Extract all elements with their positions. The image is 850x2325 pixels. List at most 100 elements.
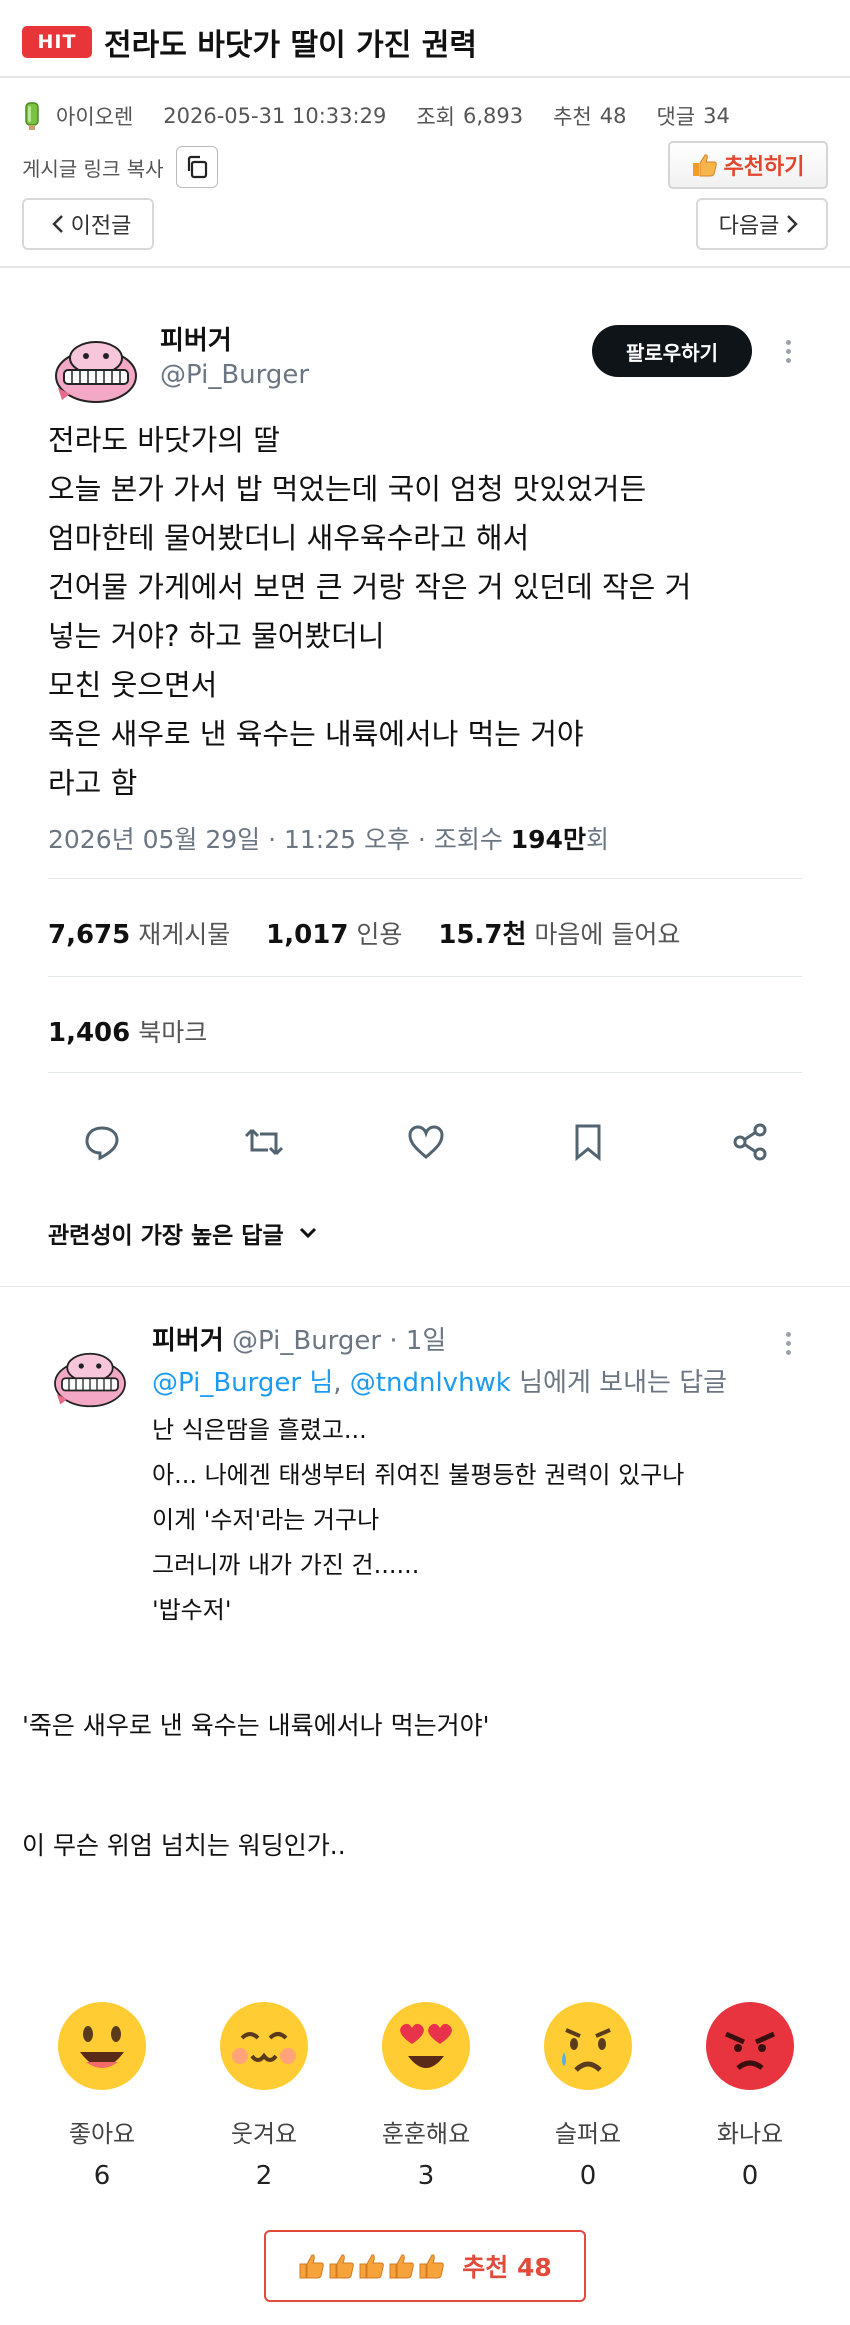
reaction-angry[interactable]: 화나요 0: [690, 2000, 810, 2191]
reaction-funny[interactable]: 웃겨요 2: [204, 2000, 324, 2191]
share-icon[interactable]: [726, 1118, 774, 1166]
like-count: 15.7천: [438, 920, 527, 950]
content-divider: [0, 266, 850, 268]
recommend-label: 추천하기: [723, 155, 805, 180]
tweet-author-handle[interactable]: @Pi_Burger: [160, 360, 309, 390]
mention-link[interactable]: @tndnlvhwk: [350, 1368, 511, 1398]
like-stat[interactable]: 15.7천 마음에 들어요: [438, 920, 681, 950]
tweet-timestamp: 2026년 05월 29일 · 11:25 오후 · 조회수 194만회: [48, 820, 609, 856]
reaction-label: 웃겨요: [230, 2120, 298, 2148]
retweet-label: 재게시물: [138, 920, 231, 949]
mention-separator: ,: [333, 1368, 350, 1398]
reply-sort-dropdown[interactable]: 관련성이 가장 높은 답글: [48, 1216, 318, 1250]
avatar[interactable]: [48, 1338, 132, 1422]
tweet-text: 전라도 바닷가의 딸 오늘 본가 가서 밥 먹었는데 국이 엄청 맛있었거든 엄…: [48, 416, 808, 808]
reply-line: 아... 나에겐 태생부터 쥐여진 불평등한 권력이 있구나: [152, 1461, 685, 1489]
tweet-line: 전라도 바닷가의 딸: [48, 423, 280, 457]
post-title: 전라도 바닷가 딸이 가진 권력: [104, 28, 477, 63]
bookmark-stat[interactable]: 1,406 북마크: [48, 1013, 207, 1049]
like-label: 마음에 들어요: [534, 920, 681, 949]
next-post-button[interactable]: 다음글: [696, 198, 828, 250]
reply-line: 그러니까 내가 가진 건......: [152, 1551, 420, 1579]
prev-post-button[interactable]: 이전글: [22, 198, 154, 250]
reply-to-suffix: 님에게 보내는 답글: [510, 1368, 728, 1398]
views-count: 6,893: [462, 104, 524, 128]
quote-label: 인용: [356, 920, 403, 949]
retweet-icon[interactable]: [240, 1118, 288, 1166]
tweet-view-count: 194만: [510, 825, 586, 854]
mention-link[interactable]: @Pi_Burger 님: [152, 1368, 333, 1398]
reaction-label: 훈훈해요: [381, 2120, 471, 2148]
tweet-divider: [48, 1072, 802, 1073]
thumbs-up-icon: [692, 154, 717, 177]
hit-badge: HIT: [22, 26, 92, 58]
avatar-illustration: [48, 1338, 132, 1422]
chevron-left-icon: [51, 215, 63, 233]
user-level-icon: [25, 102, 39, 130]
retweet-stat[interactable]: 7,675 재게시물: [48, 920, 231, 950]
reaction-label: 슬퍼요: [554, 2120, 622, 2148]
reply-header: 피버거 @Pi_Burger · 1일: [152, 1320, 446, 1357]
header-divider: [0, 76, 850, 78]
like-icon[interactable]: [402, 1118, 450, 1166]
reaction-count: 3: [417, 2161, 435, 2191]
reaction-count: 0: [741, 2161, 759, 2191]
avatar-illustration: [48, 324, 144, 420]
chevron-right-icon: [787, 215, 799, 233]
reaction-bar: 좋아요 6 웃겨요 2 훈훈해요 3 슬퍼요 0 화나요 0: [0, 2000, 850, 2200]
tweet-actions: [0, 1118, 850, 1168]
bookmark-icon[interactable]: [564, 1118, 612, 1166]
tweet-date-text: 2026년 05월 29일 · 11:25 오후 · 조회수: [48, 825, 511, 854]
heart-eyes-icon: [382, 2002, 470, 2090]
tweet-line: 라고 함: [48, 766, 138, 800]
tweet-view-suffix: 회: [585, 825, 609, 854]
quote-stat[interactable]: 1,017 인용: [266, 920, 403, 950]
tweet-divider: [48, 976, 802, 977]
bookmark-count: 1,406: [48, 1018, 131, 1048]
follow-button[interactable]: 팔로우하기: [592, 325, 752, 377]
post-meta: 아이오렌 2026-05-31 10:33:29 조회 6,893 추천 48 …: [22, 96, 730, 136]
likes-label: 추천: [553, 105, 592, 129]
grinning-face-icon: [220, 2002, 308, 2090]
reaction-count: 6: [93, 2161, 111, 2191]
reply-line: 이게 '수저'라는 거구나: [152, 1506, 380, 1534]
reply-author-handle[interactable]: @Pi_Burger · 1일: [232, 1326, 446, 1356]
recommend-button[interactable]: 추천하기: [668, 141, 828, 189]
more-options-icon[interactable]: [786, 1328, 794, 1359]
commentary-line: '죽은 새우로 낸 육수는 내륙에서나 먹는거야': [22, 1711, 490, 1740]
reply-recipients: @Pi_Burger 님, @tndnlvhwk 님에게 보내는 답글: [152, 1362, 727, 1399]
reaction-like[interactable]: 좋아요 6: [42, 2000, 162, 2191]
reaction-heartwarming[interactable]: 훈훈해요 3: [366, 2000, 486, 2191]
bottom-recommend-button[interactable]: 추천 48: [264, 2230, 586, 2302]
copy-icon: [187, 155, 207, 179]
more-options-icon[interactable]: [786, 336, 794, 367]
crying-face-icon: [544, 2002, 632, 2090]
tweet-divider: [0, 1286, 850, 1287]
views-label: 조회: [416, 105, 455, 129]
likes-count: 48: [599, 104, 627, 128]
author-name[interactable]: 아이오렌: [56, 101, 133, 131]
tweet-line: 건어물 가게에서 보면 큰 거랑 작은 거 있던데 작은 거: [48, 570, 692, 604]
reaction-label: 좋아요: [68, 2120, 136, 2148]
tweet-line: 넣는 거야? 하고 물어봤더니: [48, 619, 385, 653]
angry-face-icon: [706, 2002, 794, 2090]
reaction-label: 화나요: [716, 2120, 784, 2148]
tweet-divider: [48, 878, 802, 879]
bottom-recommend-label: 추천 48: [462, 2253, 552, 2282]
chevron-down-icon: [299, 1227, 316, 1239]
tweet-line: 엄마한테 물어봤더니 새우육수라고 해서: [48, 521, 530, 555]
title-row: HIT 전라도 바닷가 딸이 가진 권력: [22, 20, 477, 64]
thumbs-up-row-icon: [298, 2252, 448, 2280]
tweet-line: 모친 웃으면서: [48, 668, 218, 702]
reaction-sad[interactable]: 슬퍼요 0: [528, 2000, 648, 2191]
avatar[interactable]: [48, 324, 144, 420]
tweet-stats: 7,675 재게시물 1,017 인용 15.7천 마음에 들어요: [48, 914, 708, 951]
reply-line: '밥수저': [152, 1596, 232, 1624]
reply-sort-label: 관련성이 가장 높은 답글: [48, 1223, 284, 1249]
copy-link-button[interactable]: [175, 146, 218, 188]
tweet-author-name[interactable]: 피버거: [160, 320, 232, 357]
tweet-line: 오늘 본가 가서 밥 먹었는데 국이 엄청 맛있었거든: [48, 472, 647, 506]
reaction-count: 2: [255, 2161, 273, 2191]
reply-icon[interactable]: [78, 1118, 126, 1166]
reply-author-name[interactable]: 피버거: [152, 1326, 224, 1356]
